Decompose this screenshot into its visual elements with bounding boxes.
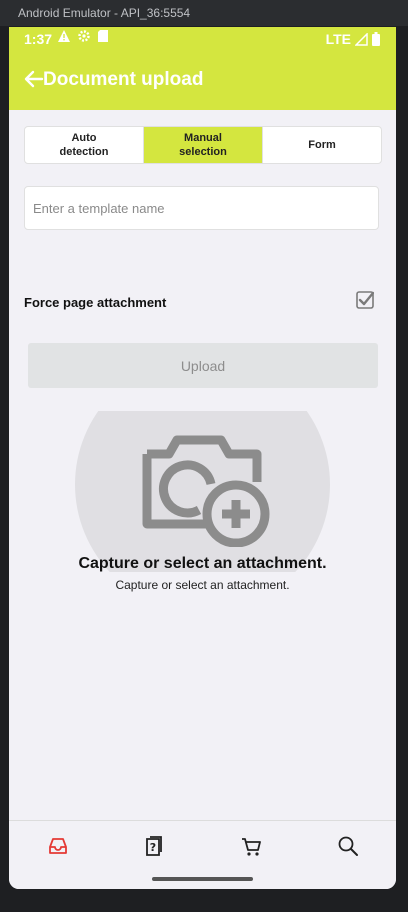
inbox-icon[interactable] xyxy=(47,835,69,857)
arrow-left-icon[interactable] xyxy=(23,68,45,90)
warning-icon xyxy=(58,30,70,42)
upload-button[interactable]: Upload xyxy=(28,343,378,388)
page-title: Document upload xyxy=(43,69,204,90)
force-attachment-label: Force page attachment xyxy=(24,295,167,310)
segment-label: Form xyxy=(308,139,336,151)
battery-icon xyxy=(372,32,380,46)
svg-text:?: ? xyxy=(150,841,156,854)
status-time: 1:37 xyxy=(24,31,53,47)
segment-label: Manual selection xyxy=(179,132,227,158)
mode-segmented-control: Auto detection Manual selection Form xyxy=(24,126,382,164)
network-type: LTE xyxy=(325,31,351,47)
force-attachment-checkbox[interactable] xyxy=(356,291,374,309)
emulator-title-bar: Android Emulator - API_36:5554 xyxy=(0,0,408,26)
segment-manual-selection[interactable]: Manual selection xyxy=(144,127,263,163)
document-question-icon[interactable]: ? xyxy=(143,835,165,857)
segment-form[interactable]: Form xyxy=(263,127,381,163)
sd-card-icon xyxy=(98,30,108,42)
cart-icon[interactable] xyxy=(240,835,262,857)
template-name-input[interactable] xyxy=(24,186,379,230)
attachment-subtitle: Capture or select an attachment. xyxy=(115,578,290,592)
home-indicator[interactable] xyxy=(152,877,253,881)
status-bar: 1:37 LTE xyxy=(9,27,396,53)
phone-screen: 1:37 LTE Document upload Auto detection … xyxy=(9,27,396,889)
segment-label: Auto detection xyxy=(59,132,109,158)
segment-auto-detection[interactable]: Auto detection xyxy=(25,127,144,163)
attachment-title: Capture or select an attachment. xyxy=(78,555,327,572)
app-bar: Document upload xyxy=(9,53,396,110)
camera-plus-icon[interactable] xyxy=(139,432,279,547)
emulator-title: Android Emulator - API_36:5554 xyxy=(18,6,191,20)
settings-icon xyxy=(78,30,90,42)
signal-icon xyxy=(355,32,368,46)
search-icon[interactable] xyxy=(337,835,359,857)
